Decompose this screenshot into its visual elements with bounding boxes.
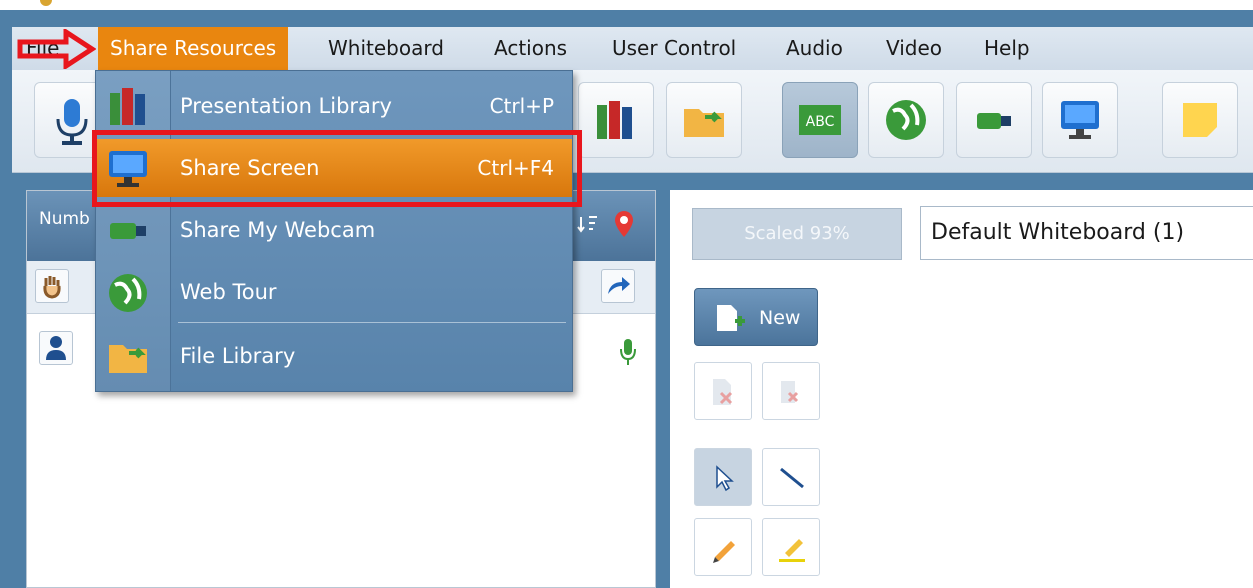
- raise-hand-button[interactable]: [35, 269, 69, 303]
- webcam-button[interactable]: [956, 82, 1032, 158]
- share-arrow-button[interactable]: [601, 269, 635, 303]
- folder-icon: [109, 345, 147, 373]
- delete-page-button[interactable]: [694, 362, 752, 420]
- line-icon: [780, 467, 804, 489]
- books-icon: [597, 101, 632, 139]
- menu-item-label: File Library: [180, 344, 296, 368]
- user-list-header-label: Numb: [39, 209, 90, 229]
- select-tool-button[interactable]: [694, 448, 752, 506]
- new-button-label: New: [759, 307, 801, 329]
- presentation-library-button[interactable]: [578, 82, 654, 158]
- menu-item-share-my-webcam[interactable]: Share My Webcam: [96, 201, 572, 259]
- title-bar: [0, 0, 1253, 10]
- menu-actions[interactable]: Actions: [494, 27, 567, 70]
- sticky-note-button[interactable]: [1162, 82, 1238, 158]
- microphone-icon: [56, 99, 88, 145]
- new-document-icon: [717, 305, 745, 331]
- user-microphone-icon: [620, 339, 636, 365]
- menu-item-file-library[interactable]: File Library: [96, 327, 572, 385]
- user-avatar-button[interactable]: [39, 331, 73, 365]
- highlighter-icon: [779, 539, 805, 562]
- sticky-note-icon: [1183, 103, 1217, 137]
- app-window: File Share Resources Whiteboard Actions …: [0, 0, 1253, 588]
- pencil-tool-button[interactable]: [694, 518, 752, 576]
- menu-audio[interactable]: Audio: [786, 27, 843, 70]
- menu-item-label: Share My Webcam: [180, 218, 376, 242]
- menu-item-label: Presentation Library: [180, 94, 392, 118]
- whiteboard-select[interactable]: Default Whiteboard (1): [920, 206, 1253, 260]
- menu-whiteboard[interactable]: Whiteboard: [328, 27, 444, 70]
- annotation-highlight-box: [92, 130, 582, 207]
- pencil-icon: [713, 541, 735, 563]
- menu-item-web-tour[interactable]: Web Tour: [96, 263, 572, 321]
- highlighter-tool-button[interactable]: [762, 518, 820, 576]
- pointer-arrow-icon: [17, 29, 96, 69]
- globe-icon: [886, 100, 926, 140]
- menu-video[interactable]: Video: [886, 27, 942, 70]
- file-library-button[interactable]: [666, 82, 742, 158]
- menu-item-shortcut: Ctrl+P: [489, 94, 554, 118]
- location-pin-icon[interactable]: [613, 209, 635, 239]
- cursor-icon: [716, 465, 734, 492]
- menu-item-label: Web Tour: [180, 280, 277, 304]
- menu-bar: File Share Resources Whiteboard Actions …: [12, 27, 1253, 70]
- zoom-scale-indicator[interactable]: Scaled 93%: [692, 208, 902, 260]
- webcam-icon: [110, 223, 146, 239]
- user-icon: [46, 336, 66, 360]
- hand-icon: [43, 276, 61, 299]
- delete-all-button[interactable]: [762, 362, 820, 420]
- menu-share-resources[interactable]: Share Resources: [98, 27, 289, 70]
- whiteboard-panel: Scaled 93% Default Whiteboard (1) New: [670, 190, 1253, 588]
- abc-icon: ABC: [799, 105, 841, 135]
- sort-icon[interactable]: [577, 213, 599, 237]
- folder-icon: [684, 109, 724, 137]
- menu-separator: [178, 322, 566, 323]
- menu-item-presentation-library[interactable]: Presentation Library Ctrl+P: [96, 77, 572, 135]
- monitor-icon: [1061, 101, 1099, 139]
- menu-help[interactable]: Help: [984, 27, 1030, 70]
- webcam-icon: [977, 113, 1011, 129]
- text-tool-button[interactable]: ABC: [782, 82, 858, 158]
- svg-text:ABC: ABC: [806, 114, 835, 130]
- web-tour-button[interactable]: [868, 82, 944, 158]
- globe-icon: [109, 274, 147, 312]
- menu-user-control[interactable]: User Control: [612, 27, 736, 70]
- books-icon: [110, 88, 145, 125]
- forward-arrow-icon: [608, 277, 630, 294]
- delete-all-icon: [781, 381, 799, 403]
- share-screen-button[interactable]: [1042, 82, 1118, 158]
- new-whiteboard-button[interactable]: New: [694, 288, 818, 346]
- share-resources-menu: Presentation Library Ctrl+P Share Screen…: [95, 70, 573, 392]
- delete-page-icon: [713, 379, 733, 405]
- app-icon: [40, 0, 52, 6]
- line-tool-button[interactable]: [762, 448, 820, 506]
